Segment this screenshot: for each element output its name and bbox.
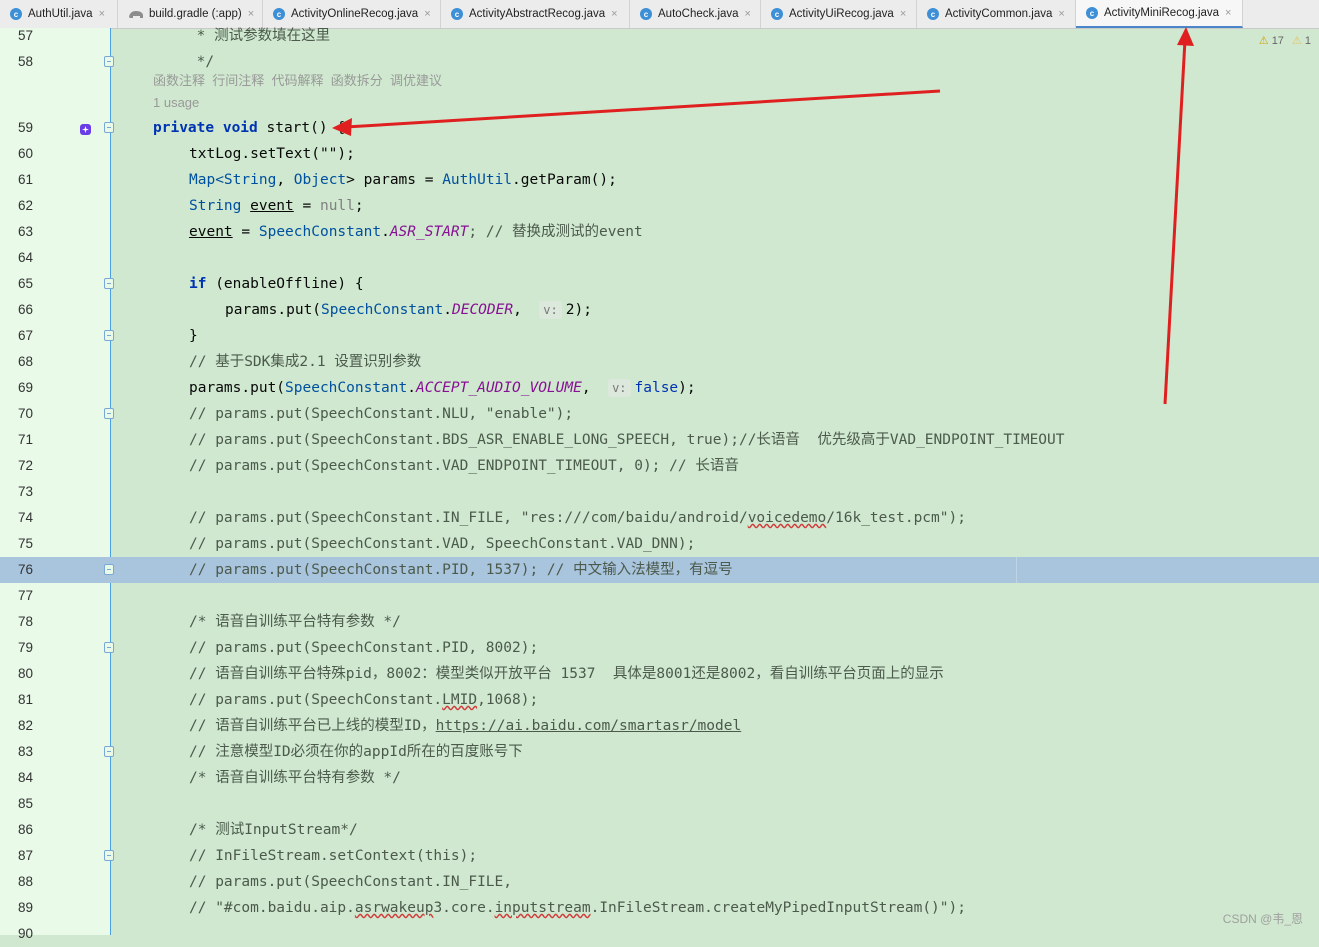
close-icon[interactable]: ×: [900, 8, 906, 20]
fold-marker-icon[interactable]: [104, 564, 114, 575]
code-line[interactable]: 77: [0, 583, 1319, 609]
fold-marker-icon[interactable]: [104, 746, 114, 757]
parameter-hint: v:: [608, 379, 631, 397]
close-icon[interactable]: ×: [1058, 8, 1064, 20]
code-line[interactable]: 90: [0, 921, 1319, 947]
close-icon[interactable]: ×: [1225, 7, 1231, 19]
code-line[interactable]: 85: [0, 791, 1319, 817]
code-line[interactable]: 61 Map<String, Object> params = AuthUtil…: [0, 167, 1319, 193]
fold-marker-icon[interactable]: [104, 850, 114, 861]
ai-action-line-comment[interactable]: 行间注释: [212, 73, 264, 88]
close-icon[interactable]: ×: [745, 8, 751, 20]
ai-action-func-comment[interactable]: 函数注释: [153, 73, 205, 88]
tab-label: ActivityOnlineRecog.java: [291, 8, 419, 20]
url-link[interactable]: https://ai.baidu.com/smartasr/model: [436, 718, 742, 734]
close-icon[interactable]: ×: [99, 8, 105, 20]
code-line[interactable]: 59 private void start() {: [0, 115, 1319, 141]
code-line[interactable]: 68 // 基于SDK集成2.1 设置识别参数: [0, 349, 1319, 375]
code-line[interactable]: 63 event = SpeechConstant.ASR_START; // …: [0, 219, 1319, 245]
code-line[interactable]: 66 params.put(SpeechConstant.DECODER, v:…: [0, 297, 1319, 323]
fold-marker-icon[interactable]: [104, 56, 114, 67]
code-line[interactable]: 75 // params.put(SpeechConstant.VAD, Spe…: [0, 531, 1319, 557]
usage-hint[interactable]: 1 usage: [153, 92, 199, 114]
close-icon[interactable]: ×: [424, 8, 430, 20]
code-line[interactable]: 84 /* 语音自训练平台特有参数 */: [0, 765, 1319, 791]
code-line[interactable]: 82 // 语音自训练平台已上线的模型ID，https://ai.baidu.c…: [0, 713, 1319, 739]
code-line[interactable]: 79 // params.put(SpeechConstant.PID, 800…: [0, 635, 1319, 661]
fold-marker-icon[interactable]: [104, 642, 114, 653]
tab-label: ActivityAbstractRecog.java: [469, 8, 606, 20]
tab-label: AuthUtil.java: [28, 8, 93, 20]
ai-action-tune[interactable]: 调优建议: [390, 73, 442, 88]
tab-label: AutoCheck.java: [658, 8, 739, 20]
java-class-icon: c: [927, 8, 939, 20]
right-margin-guide: [1016, 557, 1017, 583]
close-icon[interactable]: ×: [248, 8, 254, 20]
java-class-icon: c: [10, 8, 22, 20]
java-class-icon: c: [273, 8, 285, 20]
code-line[interactable]: 81 // params.put(SpeechConstant.LMID,106…: [0, 687, 1319, 713]
code-line[interactable]: 88 // params.put(SpeechConstant.IN_FILE,: [0, 869, 1319, 895]
java-class-icon: c: [771, 8, 783, 20]
code-line[interactable]: 78 /* 语音自训练平台特有参数 */: [0, 609, 1319, 635]
code-line[interactable]: 73: [0, 479, 1319, 505]
code-line[interactable]: 89 // "#com.baidu.aip.asrwakeup3.core.in…: [0, 895, 1319, 921]
ai-assistant-icon[interactable]: [79, 121, 92, 135]
code-line[interactable]: 69 params.put(SpeechConstant.ACCEPT_AUDI…: [0, 375, 1319, 401]
code-line[interactable]: 71 // params.put(SpeechConstant.BDS_ASR_…: [0, 427, 1319, 453]
ai-actions-bar: 函数注释 行间注释 代码解释 函数拆分 调优建议: [153, 70, 442, 92]
java-class-icon: c: [451, 8, 463, 20]
tab-label: ActivityCommon.java: [945, 8, 1053, 20]
code-line[interactable]: 62 String event = null;: [0, 193, 1319, 219]
code-line-current[interactable]: 76 // params.put(SpeechConstant.PID, 153…: [0, 557, 1319, 583]
code-line[interactable]: 86 /* 测试InputStream*/: [0, 817, 1319, 843]
close-icon[interactable]: ×: [611, 8, 617, 20]
code-line[interactable]: 64: [0, 245, 1319, 271]
code-line[interactable]: 57 * 测试参数填在这里: [0, 23, 1319, 49]
java-class-icon: c: [640, 8, 652, 20]
code-line[interactable]: 74 // params.put(SpeechConstant.IN_FILE,…: [0, 505, 1319, 531]
gradle-elephant-icon: [128, 9, 144, 19]
tab-label: build.gradle (:app): [149, 8, 242, 20]
code-line[interactable]: 65 if (enableOffline) {: [0, 271, 1319, 297]
code-line[interactable]: 80 // 语音自训练平台特殊pid，8002：模型类似开放平台 1537 具体…: [0, 661, 1319, 687]
watermark: CSDN @韦_恩: [1222, 912, 1303, 926]
java-class-icon: c: [1086, 7, 1098, 19]
fold-marker-icon[interactable]: [104, 330, 114, 341]
code-line[interactable]: 72 // params.put(SpeechConstant.VAD_ENDP…: [0, 453, 1319, 479]
code-line[interactable]: 60 txtLog.setText("");: [0, 141, 1319, 167]
tab-label: ActivityMiniRecog.java: [1104, 7, 1220, 19]
code-line[interactable]: 67 }: [0, 323, 1319, 349]
ai-action-explain[interactable]: 代码解释: [272, 73, 324, 88]
fold-marker-icon[interactable]: [104, 122, 114, 133]
code-line[interactable]: 83 // 注意模型ID必须在你的appId所在的百度账号下: [0, 739, 1319, 765]
code-line[interactable]: 70 // params.put(SpeechConstant.NLU, "en…: [0, 401, 1319, 427]
parameter-hint: v:: [539, 301, 562, 319]
fold-marker-icon[interactable]: [104, 278, 114, 289]
fold-marker-icon[interactable]: [104, 408, 114, 419]
ai-action-split[interactable]: 函数拆分: [331, 73, 383, 88]
code-line[interactable]: 87 // InFileStream.setContext(this);: [0, 843, 1319, 869]
tab-label: ActivityUiRecog.java: [789, 8, 894, 20]
